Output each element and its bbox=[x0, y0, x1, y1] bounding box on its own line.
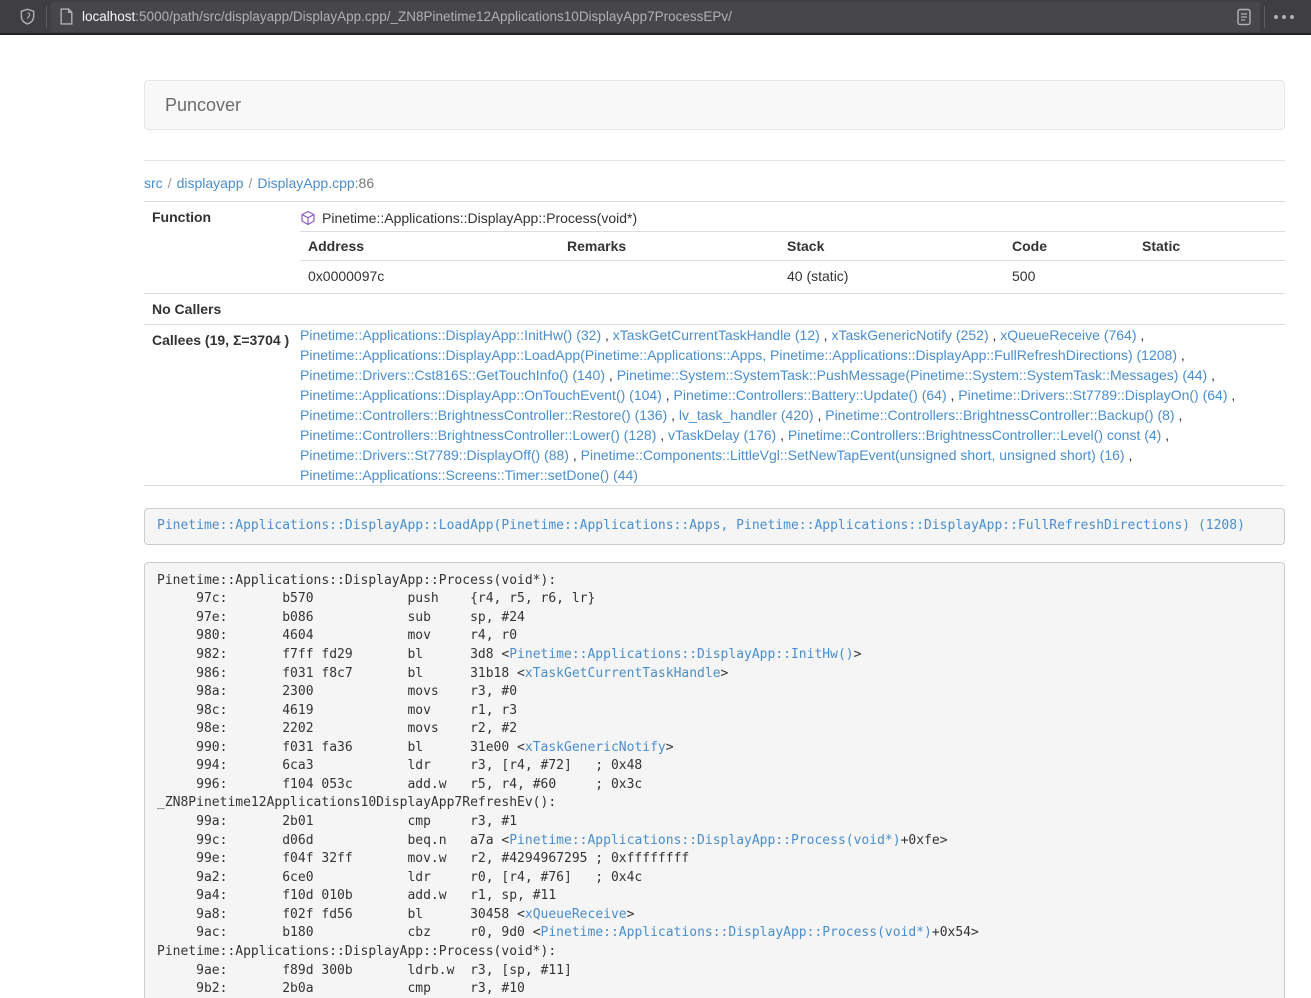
callee-link[interactable]: Pinetime::Applications::DisplayApp::OnTo… bbox=[300, 387, 662, 403]
callee-link[interactable]: Pinetime::Components::LittleVgl::SetNewT… bbox=[581, 447, 1125, 463]
callee-link[interactable]: Pinetime::Drivers::Cst816S::GetTouchInfo… bbox=[300, 367, 605, 383]
callee-link[interactable]: Pinetime::Applications::DisplayApp::Init… bbox=[300, 327, 601, 343]
column-header-stack: Stack bbox=[779, 232, 1004, 261]
details-header-row: Address Remarks Stack Code Static bbox=[300, 232, 1285, 261]
code-size-value: 500 bbox=[1004, 261, 1134, 294]
static-value bbox=[1134, 261, 1285, 294]
callee-link[interactable]: lv_task_handler (420) bbox=[679, 407, 814, 423]
callee-separator: , bbox=[1175, 407, 1183, 423]
callee-separator: , bbox=[1177, 347, 1185, 363]
no-callers-row: No Callers bbox=[144, 294, 1285, 325]
url-text[interactable]: localhost:5000/path/src/displayapp/Displ… bbox=[82, 9, 1236, 24]
breadcrumb: src/displayapp/DisplayApp.cpp:86 bbox=[144, 175, 1285, 191]
callee-separator: , bbox=[776, 427, 788, 443]
callee-link[interactable]: xQueueReceive (764) bbox=[1000, 327, 1136, 343]
column-header-address: Address bbox=[300, 232, 559, 261]
callees-list: Pinetime::Applications::DisplayApp::Init… bbox=[300, 325, 1285, 486]
column-header-code: Code bbox=[1004, 232, 1134, 261]
callee-separator: , bbox=[814, 407, 826, 423]
callee-separator: , bbox=[601, 327, 613, 343]
function-name: Pinetime::Applications::DisplayApp::Proc… bbox=[322, 210, 637, 226]
function-details-table: Address Remarks Stack Code Static 0x0000… bbox=[300, 231, 1285, 293]
callee-separator: , bbox=[1161, 427, 1169, 443]
browser-toolbar: localhost:5000/path/src/displayapp/Displ… bbox=[0, 0, 1311, 35]
callee-separator: , bbox=[1228, 387, 1236, 403]
callee-separator: , bbox=[569, 447, 581, 463]
code-symbol-link[interactable]: Pinetime::Applications::DisplayApp::Proc… bbox=[541, 925, 932, 940]
cube-icon bbox=[300, 210, 316, 226]
breadcrumb-separator: / bbox=[249, 175, 253, 191]
divider-rule bbox=[144, 160, 1285, 161]
callee-separator: , bbox=[1125, 447, 1133, 463]
page-icon bbox=[59, 8, 74, 25]
breadcrumb-separator: / bbox=[168, 175, 172, 191]
callees-label: Callees (19, Σ=3704 ) bbox=[144, 325, 300, 486]
callee-link[interactable]: Pinetime::Controllers::BrightnessControl… bbox=[788, 427, 1161, 443]
address-value: 0x0000097c bbox=[300, 261, 559, 294]
callee-separator: , bbox=[667, 407, 679, 423]
breadcrumb-src[interactable]: src bbox=[144, 175, 163, 191]
callee-link[interactable]: Pinetime::System::SystemTask::PushMessag… bbox=[617, 367, 1208, 383]
callee-link[interactable]: Pinetime::Applications::DisplayApp::Load… bbox=[300, 347, 1177, 363]
brand-link[interactable]: Puncover bbox=[165, 95, 241, 116]
callee-link[interactable]: vTaskDelay (176) bbox=[668, 427, 776, 443]
code-symbol-link[interactable]: xTaskGetCurrentTaskHandle bbox=[525, 666, 721, 681]
remarks-value bbox=[559, 261, 779, 294]
callee-separator: , bbox=[1136, 327, 1144, 343]
function-table: Function Pinetime::Applications::Display… bbox=[144, 201, 1285, 486]
stack-value: 40 (static) bbox=[779, 261, 1004, 294]
callee-link[interactable]: xTaskGenericNotify (252) bbox=[831, 327, 988, 343]
breadcrumb-line-number: :86 bbox=[355, 175, 374, 191]
navbar: Puncover bbox=[144, 80, 1285, 130]
callees-row: Callees (19, Σ=3704 ) Pinetime::Applicat… bbox=[144, 325, 1285, 486]
callee-separator: , bbox=[605, 367, 617, 383]
callee-link[interactable]: Pinetime::Controllers::Battery::Update()… bbox=[674, 387, 947, 403]
overflow-menu-icon[interactable] bbox=[1267, 3, 1301, 31]
code-symbol-link[interactable]: xTaskGenericNotify bbox=[525, 740, 666, 755]
url-bar[interactable]: localhost:5000/path/src/displayapp/Displ… bbox=[51, 2, 1260, 32]
reader-mode-icon[interactable] bbox=[1236, 8, 1252, 26]
callee-separator: , bbox=[1207, 367, 1215, 383]
no-callers-label: No Callers bbox=[144, 294, 300, 325]
toolbar-divider bbox=[1264, 6, 1265, 28]
callee-separator: , bbox=[820, 327, 832, 343]
callee-link[interactable]: Pinetime::Drivers::St7789::DisplayOn() (… bbox=[958, 387, 1227, 403]
loadapp-link[interactable]: Pinetime::Applications::DisplayApp::Load… bbox=[157, 518, 1245, 533]
disassembly-pre: Pinetime::Applications::DisplayApp::Proc… bbox=[144, 562, 1285, 998]
callee-separator: , bbox=[947, 387, 959, 403]
function-name-row: Pinetime::Applications::DisplayApp::Proc… bbox=[300, 202, 1285, 231]
toolbar-divider bbox=[46, 6, 47, 28]
breadcrumb-displayapp[interactable]: displayapp bbox=[177, 175, 244, 191]
callee-link[interactable]: Pinetime::Controllers::BrightnessControl… bbox=[825, 407, 1174, 423]
url-host: localhost bbox=[82, 9, 135, 24]
column-header-remarks: Remarks bbox=[559, 232, 779, 261]
table-row: 0x0000097c 40 (static) 500 bbox=[300, 261, 1285, 294]
function-label: Function bbox=[144, 202, 300, 294]
code-symbol-link[interactable]: Pinetime::Applications::DisplayApp::Proc… bbox=[509, 833, 900, 848]
callee-separator: , bbox=[662, 387, 674, 403]
callee-link[interactable]: Pinetime::Controllers::BrightnessControl… bbox=[300, 427, 656, 443]
url-path: :5000/path/src/displayapp/DisplayApp.cpp… bbox=[135, 9, 732, 24]
code-symbol-link[interactable]: xQueueReceive bbox=[525, 907, 627, 922]
source-line-box: Pinetime::Applications::DisplayApp::Load… bbox=[144, 508, 1285, 545]
callee-separator: , bbox=[989, 327, 1001, 343]
callee-separator: , bbox=[656, 427, 668, 443]
callee-link[interactable]: Pinetime::Controllers::BrightnessControl… bbox=[300, 407, 667, 423]
breadcrumb-file[interactable]: DisplayApp.cpp bbox=[257, 175, 354, 191]
shield-icon[interactable] bbox=[10, 3, 44, 31]
code-symbol-link[interactable]: Pinetime::Applications::DisplayApp::Init… bbox=[509, 647, 853, 662]
function-row: Function Pinetime::Applications::Display… bbox=[144, 202, 1285, 294]
callee-link[interactable]: Pinetime::Applications::Screens::Timer::… bbox=[300, 467, 638, 483]
callee-link[interactable]: xTaskGetCurrentTaskHandle (12) bbox=[613, 327, 820, 343]
callee-link[interactable]: Pinetime::Drivers::St7789::DisplayOff() … bbox=[300, 447, 569, 463]
column-header-static: Static bbox=[1134, 232, 1285, 261]
page-content: Puncover src/displayapp/DisplayApp.cpp:8… bbox=[0, 35, 1311, 998]
